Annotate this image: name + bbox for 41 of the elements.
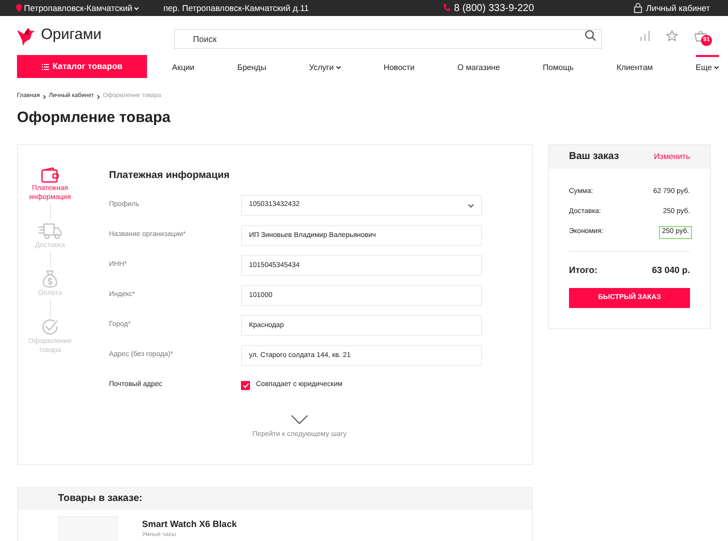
chevron-down-icon — [134, 6, 140, 10]
order-title: Ваш заказ — [569, 150, 620, 164]
catalog-button[interactable]: Каталог товаров — [17, 55, 147, 78]
list-icon — [42, 64, 48, 70]
money-bag-icon — [42, 270, 58, 288]
phone-icon — [442, 4, 450, 12]
city-selector[interactable]: Петропавловск-Камчатский — [16, 2, 140, 14]
nav-link[interactable]: Новости — [384, 55, 415, 78]
page-title: Оформление товара — [17, 108, 172, 128]
chevron-down-icon[interactable] — [291, 414, 308, 424]
product-name[interactable]: Smart Watch X6 Black — [142, 518, 237, 531]
nav-link[interactable]: Еще — [696, 55, 719, 78]
total-label: Итого: — [569, 264, 598, 276]
chevron-right-icon — [42, 94, 46, 98]
check-circle-icon — [41, 318, 59, 336]
logo-text: Оригами — [41, 25, 102, 46]
nav-link[interactable]: Акции — [172, 55, 194, 78]
products-title: Товары в заказе: — [58, 492, 142, 506]
edit-link[interactable]: Изменить — [654, 150, 690, 162]
nav-link[interactable]: Услуги — [309, 55, 341, 78]
checkbox[interactable] — [241, 381, 250, 390]
nav-link[interactable]: Помощь — [542, 55, 574, 78]
account-link[interactable]: Личный кабинет — [634, 2, 710, 14]
nav-link[interactable]: Клиентам — [616, 55, 653, 78]
lock-icon — [634, 3, 642, 13]
store-address: пер. Петропавловск-Камчатский д.11 — [163, 2, 309, 14]
location-pin-icon — [16, 4, 22, 12]
search-field[interactable]: Поиск — [174, 28, 602, 48]
chevron-right-icon — [96, 94, 100, 98]
chevron-down-icon — [468, 204, 474, 208]
truck-icon — [38, 222, 62, 240]
search-icon[interactable] — [585, 30, 596, 41]
wallet-icon — [41, 166, 59, 182]
bird-logo-icon — [17, 26, 35, 46]
phone-number[interactable]: 8 (800) 333-9-220 — [442, 0, 534, 16]
nav-link[interactable]: Бренды — [237, 55, 266, 78]
nav-link[interactable]: О магазине — [457, 55, 500, 78]
total-value: 63 040 р. — [652, 264, 690, 277]
checkmark-icon — [242, 383, 248, 388]
star-icon[interactable] — [666, 30, 678, 42]
section-heading: Платежная информация — [109, 168, 231, 182]
